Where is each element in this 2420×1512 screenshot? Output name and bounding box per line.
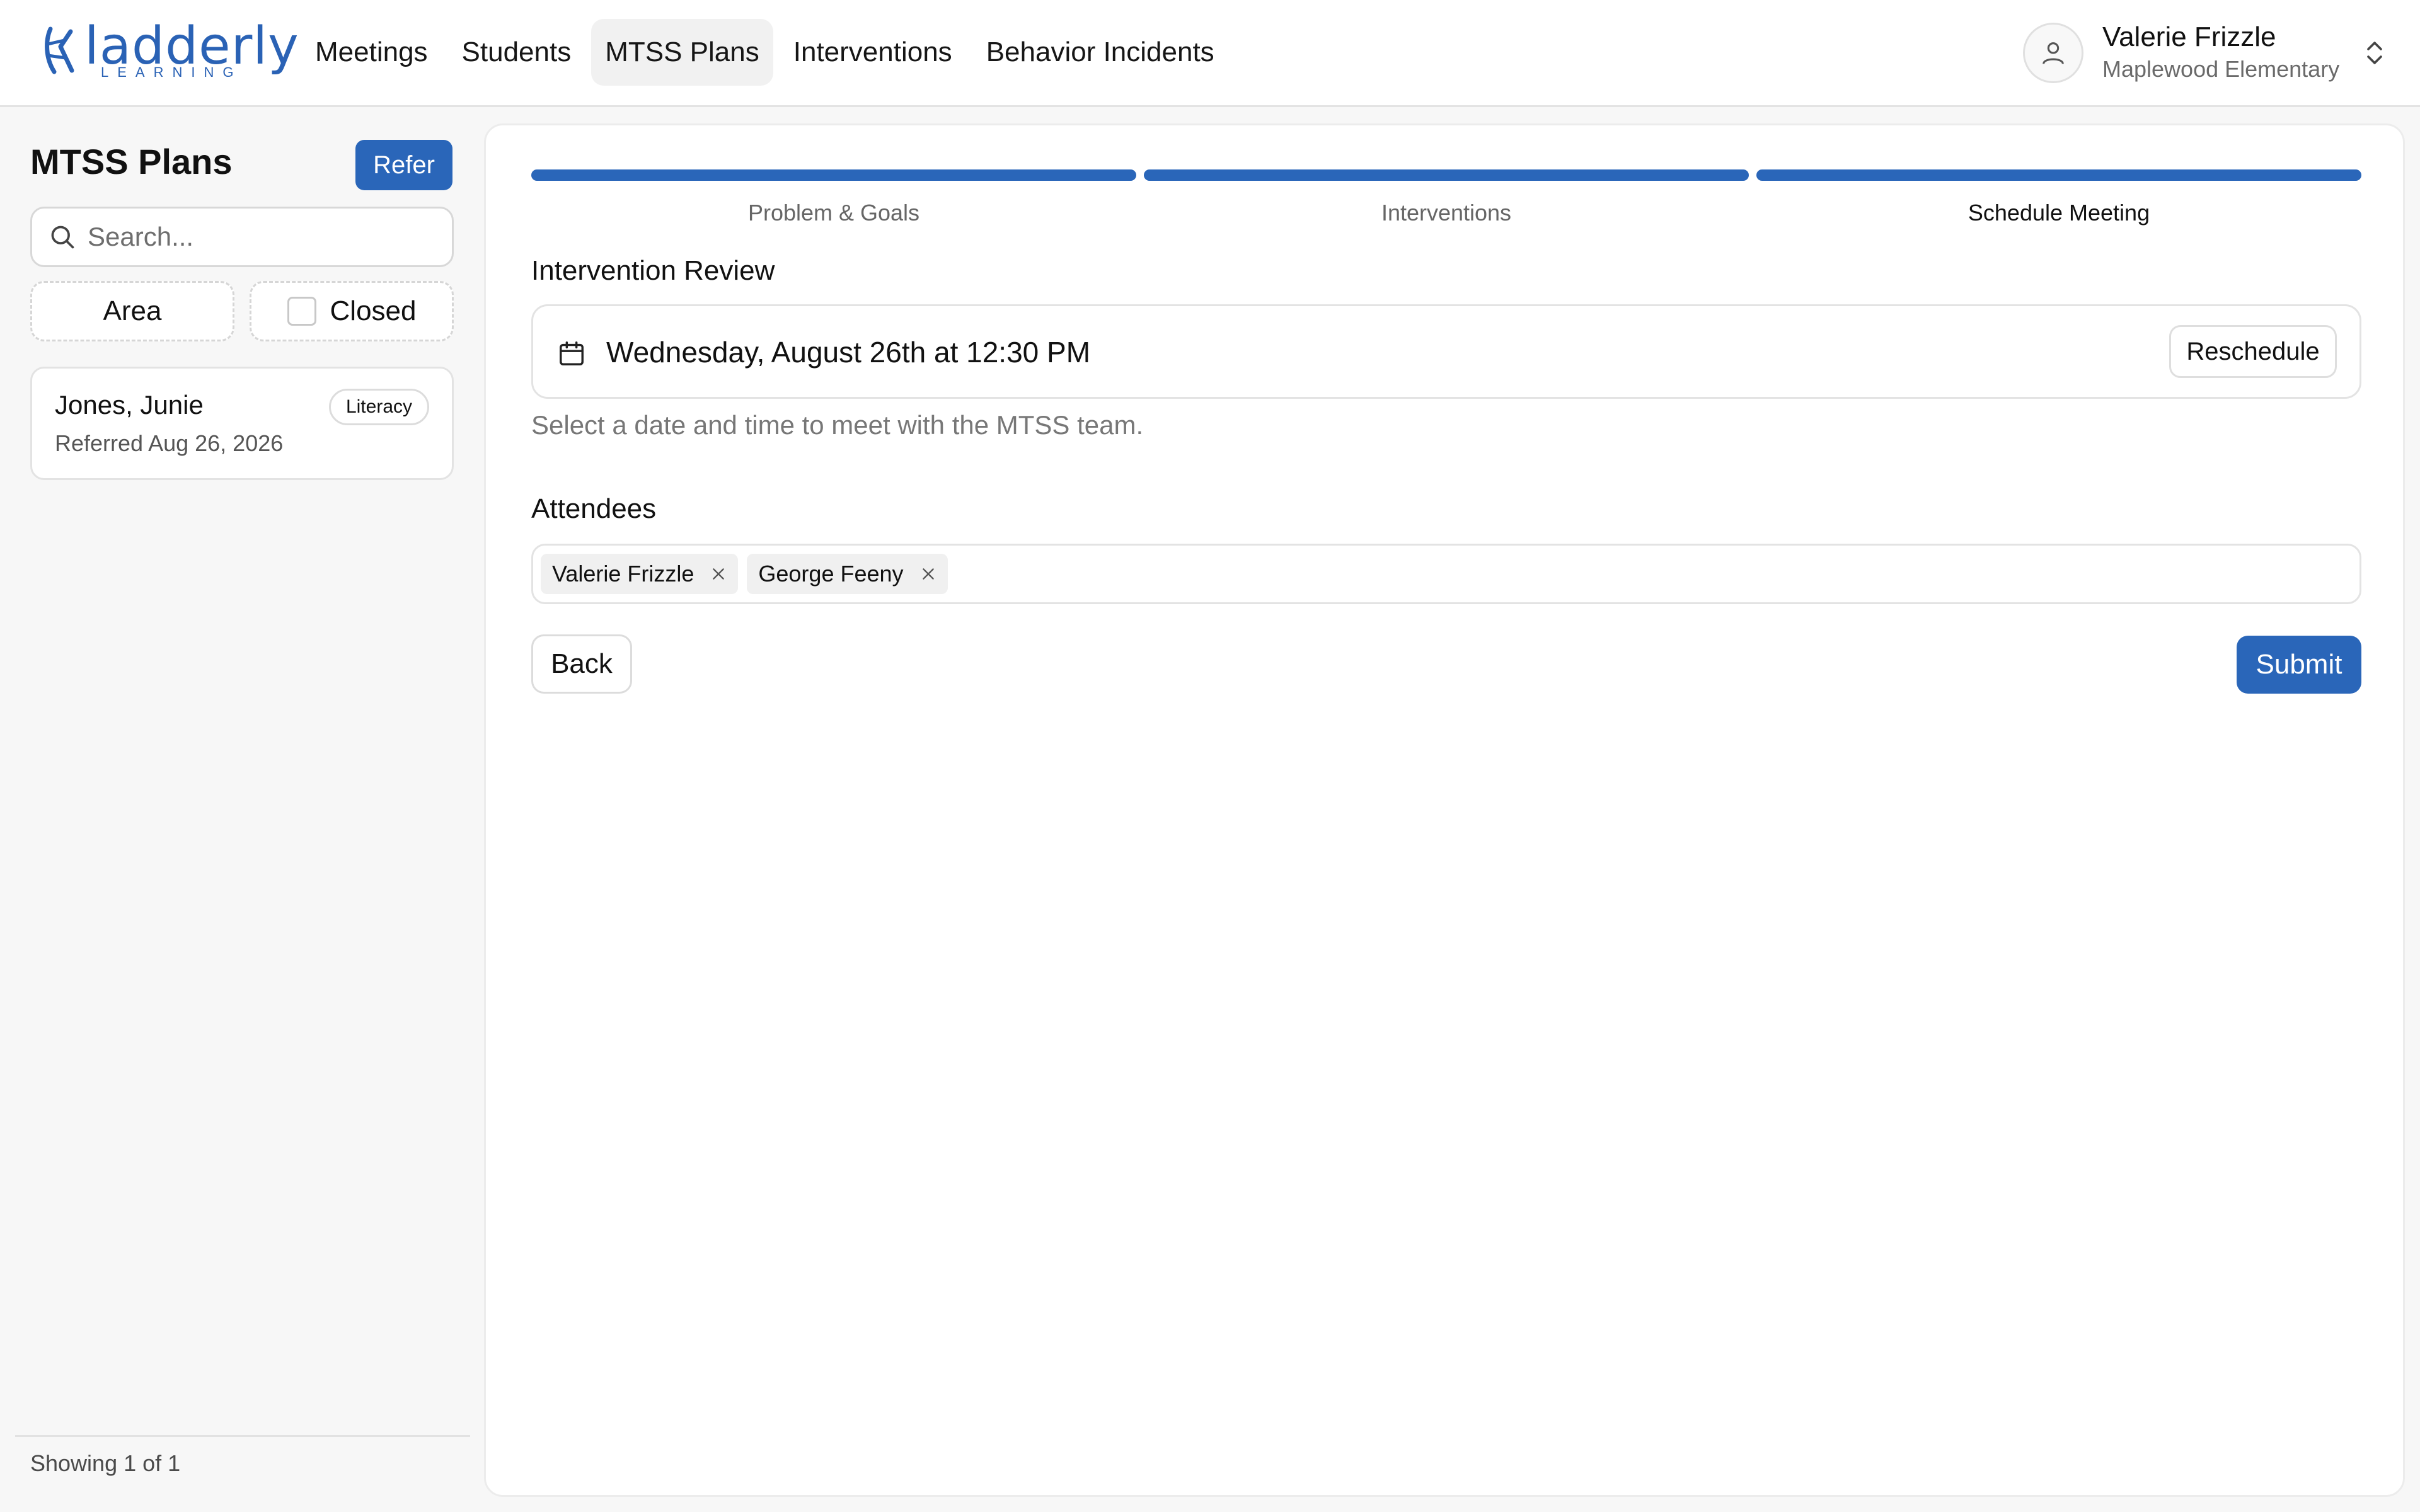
avatar: [2023, 23, 2083, 83]
plan-wizard-panel: Problem & Goals Interventions Schedule M…: [484, 123, 2405, 1497]
meeting-section-title: Intervention Review: [531, 255, 775, 286]
step-label: Problem & Goals: [747, 200, 920, 226]
closed-filter-toggle[interactable]: Closed: [250, 281, 454, 341]
closed-checkbox[interactable]: [287, 297, 316, 326]
sidebar: MTSS Plans Refer Area Closed Jones, Juni…: [0, 108, 470, 1512]
plan-referred-date: Referred Aug 26, 2026: [55, 430, 284, 456]
user-icon: [2043, 42, 2064, 64]
meeting-datetime-field: Wednesday, August 26th at 12:30 PM Resch…: [531, 304, 2361, 399]
remove-attendee-button[interactable]: [710, 566, 727, 582]
attendee-chip: George Feeny: [747, 554, 948, 594]
attendees-input[interactable]: Valerie Frizzle George Feeny: [531, 544, 2361, 604]
brand-tagline: LEARNING: [101, 64, 243, 80]
nav-behavior-incidents[interactable]: Behavior Incidents: [972, 19, 1228, 86]
plan-list-item[interactable]: Jones, Junie Referred Aug 26, 2026 Liter…: [30, 367, 454, 480]
step-interventions[interactable]: Interventions: [1144, 169, 1749, 226]
sidebar-divider: [15, 1435, 470, 1437]
close-icon: [922, 568, 934, 580]
user-school: Maplewood Elementary: [2102, 56, 2340, 82]
refer-button[interactable]: Refer: [355, 140, 452, 190]
attendee-name: George Feeny: [758, 561, 904, 587]
plan-student-name: Jones, Junie: [55, 390, 204, 420]
submit-button[interactable]: Submit: [2237, 636, 2361, 694]
remove-attendee-button[interactable]: [920, 566, 936, 582]
attendee-chip: Valerie Frizzle: [541, 554, 739, 594]
nav-interventions[interactable]: Interventions: [780, 19, 966, 86]
brand-logo[interactable]: ladderly LEARNING: [42, 16, 299, 86]
attendee-name: Valerie Frizzle: [552, 561, 694, 587]
reschedule-button[interactable]: Reschedule: [2169, 325, 2337, 378]
chevron-up-down-icon: [2367, 42, 2382, 64]
results-count: Showing 1 of 1: [30, 1450, 181, 1476]
nav-students[interactable]: Students: [448, 19, 585, 86]
ladder-logo-icon: [45, 26, 74, 74]
top-bar: ladderly LEARNING Meetings Students MTSS…: [0, 0, 2420, 107]
search-box: [30, 207, 454, 267]
step-problem-goals[interactable]: Problem & Goals: [531, 169, 1136, 226]
calendar-icon: [560, 341, 584, 365]
area-filter-button[interactable]: Area: [30, 281, 234, 341]
user-name: Valerie Frizzle: [2102, 21, 2276, 52]
attendees-label: Attendees: [531, 493, 657, 524]
nav-meetings[interactable]: Meetings: [301, 19, 442, 86]
search-icon: [51, 226, 74, 249]
plan-area-badge: Literacy: [328, 389, 429, 425]
closed-filter-label: Closed: [330, 295, 417, 326]
back-button[interactable]: Back: [531, 634, 632, 694]
sidebar-title: MTSS Plans: [30, 142, 233, 181]
step-progress-bar: [531, 169, 1136, 181]
user-details: Valerie Frizzle Maplewood Elementary: [2102, 21, 2339, 85]
search-input[interactable]: [88, 222, 441, 252]
main-nav: Meetings Students MTSS Plans Interventio…: [301, 19, 1228, 86]
meeting-helper-text: Select a date and time to meet with the …: [531, 410, 1144, 440]
step-schedule-meeting[interactable]: Schedule Meeting: [1756, 169, 2361, 226]
nav-mtss-plans[interactable]: MTSS Plans: [591, 19, 773, 86]
area-filter-label: Area: [103, 295, 162, 326]
meeting-datetime: Wednesday, August 26th at 12:30 PM: [606, 336, 1091, 369]
step-label: Schedule Meeting: [1968, 200, 2150, 226]
step-progress-bar: [1756, 169, 2361, 181]
step-progress-bar: [1144, 169, 1749, 181]
step-label: Interventions: [1381, 200, 1512, 226]
close-icon: [713, 568, 725, 580]
user-menu[interactable]: Valerie Frizzle Maplewood Elementary: [2023, 21, 2395, 84]
